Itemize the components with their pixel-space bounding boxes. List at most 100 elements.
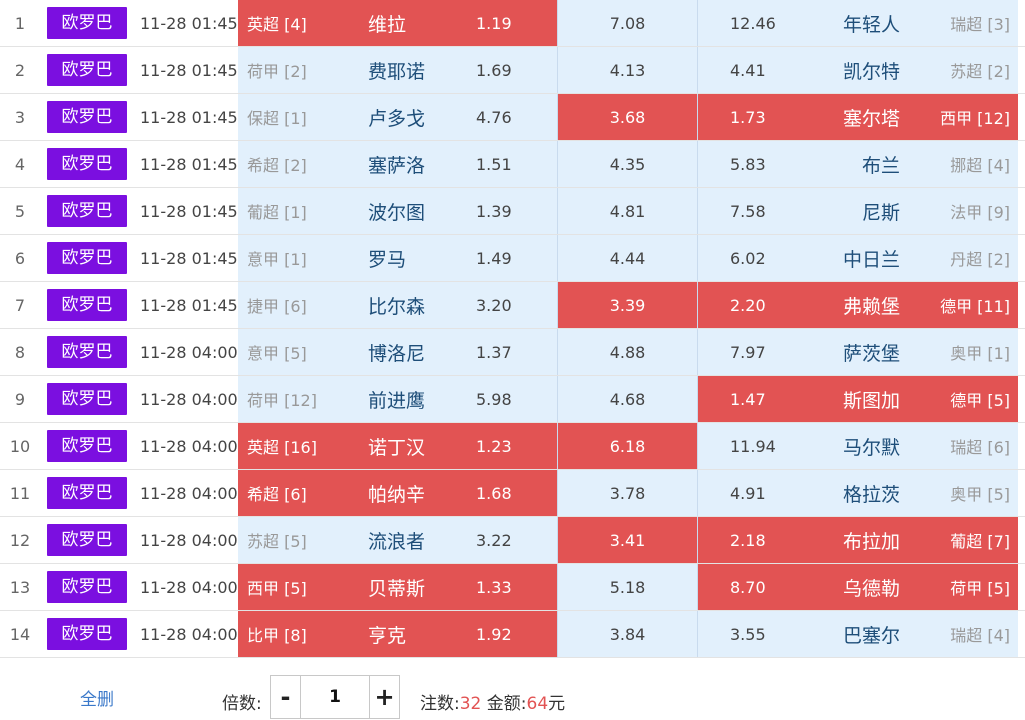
away-win-odds: 3.55 (730, 624, 766, 644)
home-win-odds: 1.33 (476, 577, 512, 597)
home-win-option[interactable]: 英超 [16] 诺丁汉 1.23 (238, 423, 558, 469)
away-league-rank: 奥甲 [1] (950, 344, 1010, 363)
draw-option[interactable]: 4.81 (558, 188, 698, 234)
draw-option[interactable]: 3.41 (558, 517, 698, 563)
away-win-option[interactable]: 8.70 乌德勒 荷甲 [5] (698, 564, 1018, 610)
away-win-option[interactable]: 11.94 马尔默 瑞超 [6] (698, 423, 1018, 469)
away-win-odds: 4.41 (730, 60, 766, 80)
row-number: 11 (9, 483, 31, 503)
away-win-option[interactable]: 4.91 格拉茨 奥甲 [5] (698, 470, 1018, 516)
draw-option[interactable]: 6.18 (558, 423, 698, 469)
home-win-option[interactable]: 比甲 [8] 亨克 1.92 (238, 611, 558, 657)
amount-value: 64 (526, 694, 549, 714)
draw-option[interactable]: 4.44 (558, 235, 698, 281)
away-win-option[interactable]: 3.55 巴塞尔 瑞超 [4] (698, 611, 1018, 657)
multiplier-stepper: - 1 + (270, 675, 400, 719)
match-row: 12 欧罗巴 11-28 04:00 苏超 [5] 流浪者 3.22 3.41 2.18 布拉加… (0, 517, 1025, 564)
match-time: 11-28 04:00 (140, 624, 238, 644)
away-win-option[interactable]: 4.41 凯尔特 苏超 [2] (698, 47, 1018, 93)
home-win-option[interactable]: 荷甲 [2] 费耶诺 1.69 (238, 47, 558, 93)
home-win-option[interactable]: 希超 [6] 帕纳辛 1.68 (238, 470, 558, 516)
home-win-option[interactable]: 英超 [4] 维拉 1.19 (238, 0, 558, 46)
home-team-name: 罗马 (368, 248, 407, 271)
draw-option[interactable]: 7.08 (558, 0, 698, 46)
home-win-option[interactable]: 意甲 [1] 罗马 1.49 (238, 235, 558, 281)
away-win-option[interactable]: 6.02 中日兰 丹超 [2] (698, 235, 1018, 281)
away-win-odds: 7.58 (730, 201, 766, 221)
home-win-option[interactable]: 荷甲 [12] 前进鹰 5.98 (238, 376, 558, 422)
draw-option[interactable]: 3.78 (558, 470, 698, 516)
match-time: 11-28 04:00 (140, 389, 238, 409)
match-row: 5 欧罗巴 11-28 01:45 葡超 [1] 波尔图 1.39 4.81 7.58 尼斯 法甲… (0, 188, 1025, 235)
away-league-rank: 瑞超 [6] (950, 438, 1010, 457)
home-win-option[interactable]: 希超 [2] 塞萨洛 1.51 (238, 141, 558, 187)
minus-button[interactable]: - (271, 676, 301, 718)
away-team-name: 乌德勒 (842, 577, 900, 600)
row-number: 14 (9, 624, 31, 644)
draw-odds: 6.18 (609, 436, 646, 456)
row-number: 12 (9, 530, 31, 550)
away-win-odds: 8.70 (730, 577, 766, 597)
home-league-rank: 荷甲 [2] (247, 62, 307, 81)
away-team-name: 萨茨堡 (842, 342, 900, 365)
away-win-option[interactable]: 7.97 萨茨堡 奥甲 [1] (698, 329, 1018, 375)
competition-cell: 欧罗巴 (47, 47, 127, 93)
clear-all-button[interactable]: 全删 (80, 685, 114, 710)
draw-option[interactable]: 3.68 (558, 94, 698, 140)
draw-option[interactable]: 3.84 (558, 611, 698, 657)
away-league-rank: 奥甲 [5] (950, 485, 1010, 504)
home-league-rank: 西甲 [5] (247, 579, 307, 598)
home-win-option[interactable]: 保超 [1] 卢多戈 4.76 (238, 94, 558, 140)
draw-option[interactable]: 5.18 (558, 564, 698, 610)
away-team-name: 凯尔特 (842, 60, 900, 83)
home-win-option[interactable]: 捷甲 [6] 比尔森 3.20 (238, 282, 558, 328)
home-win-option[interactable]: 西甲 [5] 贝蒂斯 1.33 (238, 564, 558, 610)
match-time: 11-28 01:45 (140, 295, 238, 315)
away-win-option[interactable]: 12.46 年轻人 瑞超 [3] (698, 0, 1018, 46)
draw-option[interactable]: 4.35 (558, 141, 698, 187)
away-league-rank: 瑞超 [4] (950, 626, 1010, 645)
draw-option[interactable]: 4.13 (558, 47, 698, 93)
home-win-odds: 3.20 (476, 295, 512, 315)
match-row: 13 欧罗巴 11-28 04:00 西甲 [5] 贝蒂斯 1.33 5.18 8.70 乌德勒… (0, 564, 1025, 611)
draw-option[interactable]: 3.39 (558, 282, 698, 328)
draw-option[interactable]: 4.68 (558, 376, 698, 422)
away-team-name: 尼斯 (861, 201, 900, 224)
away-league-rank: 荷甲 [5] (950, 579, 1010, 598)
plus-button[interactable]: + (369, 676, 399, 718)
home-win-option[interactable]: 葡超 [1] 波尔图 1.39 (238, 188, 558, 234)
away-win-option[interactable]: 1.47 斯图加 德甲 [5] (698, 376, 1018, 422)
home-league-rank: 比甲 [8] (247, 626, 307, 645)
away-win-option[interactable]: 7.58 尼斯 法甲 [9] (698, 188, 1018, 234)
draw-odds: 3.39 (609, 295, 646, 315)
away-win-option[interactable]: 2.20 弗赖堡 德甲 [11] (698, 282, 1018, 328)
home-win-option[interactable]: 意甲 [5] 博洛尼 1.37 (238, 329, 558, 375)
draw-option[interactable]: 4.88 (558, 329, 698, 375)
competition-cell: 欧罗巴 (47, 423, 127, 469)
match-row: 9 欧罗巴 11-28 04:00 荷甲 [12] 前进鹰 5.98 4.68 1.47 斯图加… (0, 376, 1025, 423)
match-time: 11-28 04:00 (140, 342, 238, 362)
match-row: 1 欧罗巴 11-28 01:45 英超 [4] 维拉 1.19 7.08 12.46 年轻人 瑞… (0, 0, 1025, 47)
away-team-name: 年轻人 (842, 13, 900, 36)
home-team-name: 前进鹰 (368, 389, 426, 412)
match-time: 11-28 01:45 (140, 107, 238, 127)
competition-cell: 欧罗巴 (47, 0, 127, 46)
draw-odds: 4.35 (609, 154, 646, 174)
draw-odds: 5.18 (609, 577, 646, 597)
away-league-rank: 德甲 [5] (950, 391, 1010, 410)
away-win-odds: 4.91 (730, 483, 766, 503)
home-league-rank: 希超 [2] (247, 156, 307, 175)
away-win-option[interactable]: 5.83 布兰 挪超 [4] (698, 141, 1018, 187)
home-win-option[interactable]: 苏超 [5] 流浪者 3.22 (238, 517, 558, 563)
away-win-option[interactable]: 2.18 布拉加 葡超 [7] (698, 517, 1018, 563)
away-team-name: 斯图加 (842, 389, 900, 412)
multiplier-input[interactable]: 1 (301, 676, 369, 718)
away-team-name: 巴塞尔 (842, 624, 900, 647)
away-win-option[interactable]: 1.73 塞尔塔 西甲 [12] (698, 94, 1018, 140)
competition-badge: 欧罗巴 (47, 524, 127, 556)
home-team-name: 诺丁汉 (368, 436, 426, 459)
home-team-name: 波尔图 (368, 201, 426, 224)
competition-badge: 欧罗巴 (47, 477, 127, 509)
bets-label: 注数: (420, 694, 460, 714)
match-table: 1 欧罗巴 11-28 01:45 英超 [4] 维拉 1.19 7.08 12.46 年轻人瑞… (0, 0, 1025, 658)
